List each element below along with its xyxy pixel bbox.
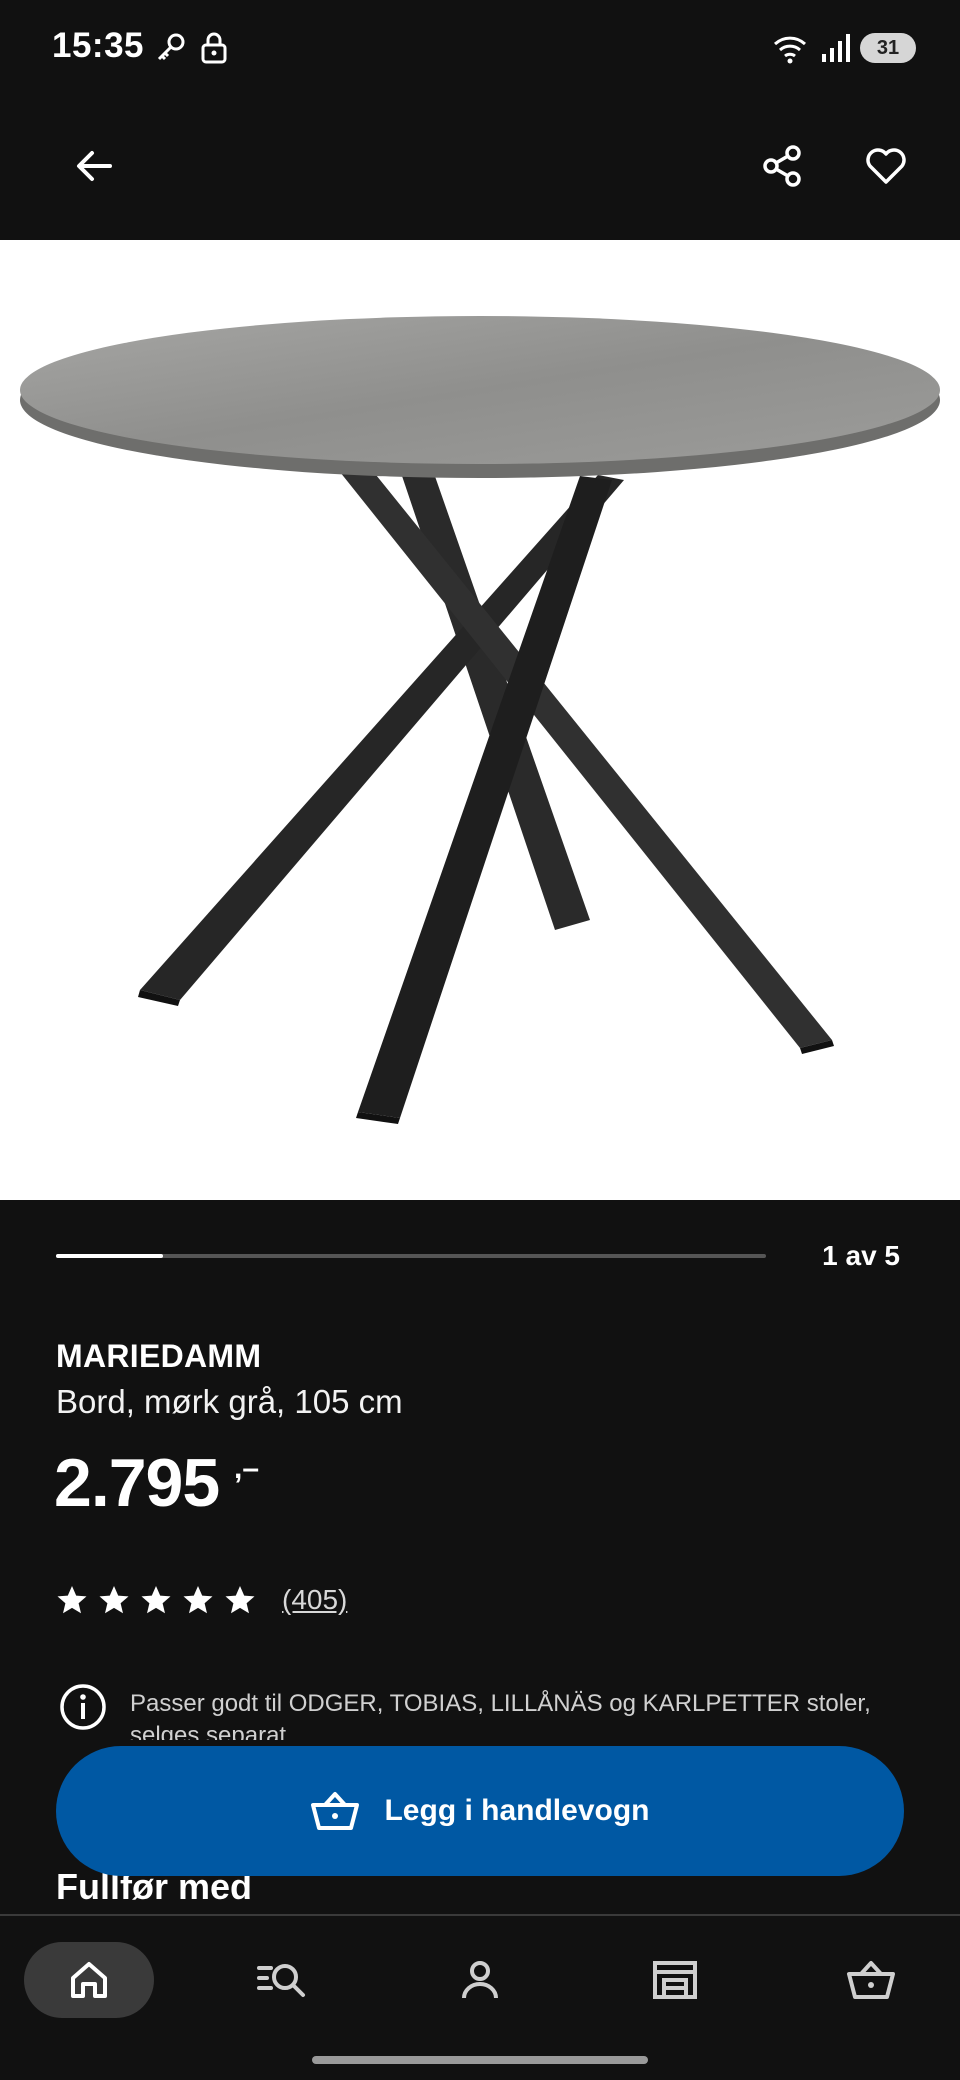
add-to-cart-button[interactable]: Legg i handlevogn xyxy=(56,1746,904,1876)
product-image[interactable] xyxy=(0,240,960,1200)
review-count[interactable]: (405) xyxy=(282,1584,347,1616)
add-to-cart-label: Legg i handlevogn xyxy=(384,1794,650,1827)
wifi-icon xyxy=(773,36,807,64)
gallery-progress-bar xyxy=(56,1254,766,1258)
favorite-button[interactable] xyxy=(846,126,926,206)
cart-icon xyxy=(847,1961,895,1999)
share-button[interactable] xyxy=(742,126,822,206)
rating[interactable]: (405) xyxy=(56,1580,347,1620)
status-time: 15:35 xyxy=(52,26,145,65)
store-icon xyxy=(653,1961,697,1999)
lock-icon xyxy=(201,32,227,64)
gallery-position-label: 1 av 5 xyxy=(822,1240,900,1271)
battery-icon: 31 xyxy=(860,33,916,63)
star-icon xyxy=(225,1586,255,1614)
product-description: Bord, mørk grå, 105 cm xyxy=(56,1383,403,1420)
app-bar xyxy=(0,100,960,240)
profile-icon xyxy=(462,1961,498,1999)
info-icon xyxy=(60,1684,106,1730)
product-name: MARIEDAMM xyxy=(56,1338,262,1374)
star-icon xyxy=(141,1586,171,1614)
nav-store[interactable] xyxy=(610,1942,740,2018)
star-icon xyxy=(57,1586,87,1614)
nav-profile[interactable] xyxy=(415,1942,545,2018)
nav-cart[interactable] xyxy=(806,1942,936,2018)
heart-icon xyxy=(866,148,906,184)
table-illustration xyxy=(20,316,940,1124)
info-text: Passer godt til ODGER, TOBIAS, LILLÅNÄS … xyxy=(130,1690,871,1740)
signal-icon xyxy=(822,34,850,62)
nav-search[interactable] xyxy=(218,1942,348,2018)
key-icon xyxy=(157,33,185,61)
home-indicator[interactable] xyxy=(312,2056,648,2064)
home-icon xyxy=(71,1962,107,1998)
back-button[interactable] xyxy=(54,126,134,206)
status-bar: 15:35 31 xyxy=(0,0,960,100)
star-icon xyxy=(183,1586,213,1614)
price-suffix: ,– xyxy=(234,1452,260,1485)
gallery-progress-fill xyxy=(56,1254,163,1258)
back-arrow-icon xyxy=(77,151,112,181)
nav-home[interactable] xyxy=(24,1942,154,2018)
rating-stars xyxy=(56,1584,266,1616)
product-price: 2.795 xyxy=(54,1445,220,1521)
search-list-icon xyxy=(257,1964,305,1997)
share-icon xyxy=(763,145,801,187)
product-page: 15:35 31 1 av 5 MARIEDAMM Bord, mørk grå… xyxy=(0,0,960,2080)
cart-icon xyxy=(311,1792,360,1830)
star-icon xyxy=(99,1586,129,1614)
info-note: Passer godt til ODGER, TOBIAS, LILLÅNÄS … xyxy=(56,1680,916,1740)
